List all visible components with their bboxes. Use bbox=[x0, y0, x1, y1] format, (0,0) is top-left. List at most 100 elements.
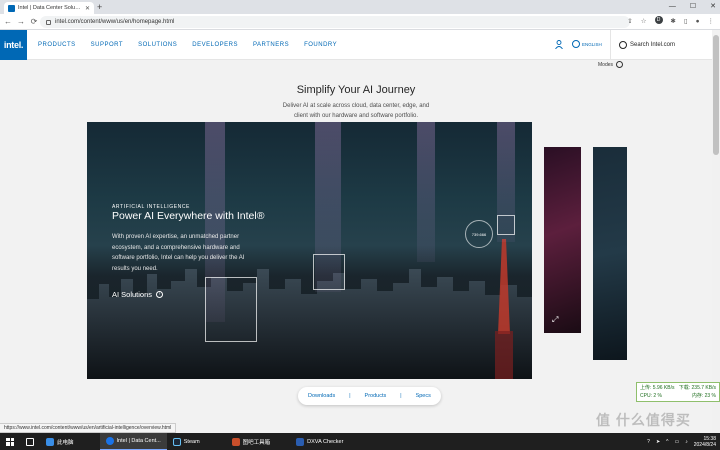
ai-solutions-link[interactable]: AI Solutions › bbox=[112, 290, 164, 299]
taskbar-item-dxva[interactable]: DXVA Checker bbox=[290, 433, 349, 450]
puzzle-icon[interactable]: ✱ bbox=[671, 16, 676, 28]
nav-developers[interactable]: DEVELOPERS bbox=[192, 42, 238, 48]
taskbar-item-browser[interactable]: Intel | Data Cent... bbox=[99, 433, 167, 450]
sun-icon bbox=[616, 61, 624, 68]
profile-icon[interactable]: ● bbox=[696, 16, 700, 28]
network-icon[interactable]: ▭ bbox=[675, 439, 680, 445]
scrollbar-thumb[interactable] bbox=[713, 35, 719, 155]
address-url: intel.com/content/www/us/en/homepage.htm… bbox=[55, 19, 175, 25]
card-description: With proven AI expertise, an unmatched p… bbox=[112, 234, 245, 272]
nav-foundry[interactable]: FOUNDRY bbox=[304, 42, 337, 48]
telegram-icon[interactable]: ➤ bbox=[656, 439, 660, 445]
windows-taskbar: 此电脑 Intel | Data Cent... Steam 图吧工具箱 DXV… bbox=[0, 433, 720, 450]
search-icon bbox=[619, 41, 627, 49]
taskbar-item-toolbox[interactable]: 图吧工具箱 bbox=[226, 433, 277, 450]
taskbar-item-this-pc[interactable]: 此电脑 bbox=[40, 433, 80, 450]
windows-start-icon[interactable] bbox=[6, 437, 14, 446]
volume-icon[interactable]: ♪ bbox=[685, 439, 688, 445]
upload-value: 5.96 KB/s bbox=[652, 385, 675, 391]
tab-close-icon[interactable]: ✕ bbox=[85, 5, 90, 12]
minimize-button[interactable]: — bbox=[669, 1, 676, 13]
nav-products[interactable]: PRODUCTS bbox=[38, 42, 76, 48]
site-search[interactable]: Search Intel.com bbox=[610, 30, 712, 60]
card-title: Power AI Everywhere with Intel® bbox=[112, 210, 265, 222]
language-label: ENGLISH bbox=[582, 41, 602, 47]
download-value: 235.7 KB/s bbox=[691, 385, 716, 391]
intel-logo[interactable]: intel. bbox=[0, 30, 27, 60]
browser-tabbar: Intel | Data Center Solutions, I... ✕ + … bbox=[0, 0, 720, 14]
menu-icon[interactable]: ⋮ bbox=[708, 16, 715, 28]
forward-button[interactable]: → bbox=[16, 17, 26, 26]
page-scrollbar[interactable] bbox=[712, 30, 720, 433]
sidebar-icon[interactable]: ▯ bbox=[684, 16, 688, 28]
separator: | bbox=[349, 393, 351, 399]
nav-support[interactable]: SUPPORT bbox=[91, 42, 123, 48]
ai-feature-card[interactable]: 739.666 ARTIFICIAL INTELLIGENCE Power AI… bbox=[87, 122, 532, 379]
cta-label: AI Solutions bbox=[112, 290, 153, 299]
site-header: intel. PRODUCTS SUPPORT SOLUTIONS DEVELO… bbox=[0, 30, 712, 60]
memory-label: 内存: bbox=[691, 393, 704, 399]
data-bar-overlay bbox=[417, 122, 435, 262]
address-bar[interactable]: intel.com/content/www/us/en/homepage.htm… bbox=[40, 16, 630, 28]
intel-favicon-icon bbox=[8, 4, 15, 12]
expand-icon[interactable]: ⤢ bbox=[552, 315, 558, 325]
status-bar-url: https://www.intel.com/content/www/us/en/… bbox=[0, 423, 177, 433]
system-tray: ? ➤ ^ ▭ ♪ 15:38 2024/8/24 bbox=[647, 433, 716, 450]
quick-links-bar: Downloads | Products | Specs bbox=[298, 387, 441, 405]
share-icon[interactable]: ⇪ bbox=[627, 16, 632, 28]
extension-icon[interactable]: D bbox=[654, 16, 663, 24]
taskbar-item-steam[interactable]: Steam bbox=[167, 433, 206, 450]
cpu-value: 2 % bbox=[653, 393, 662, 399]
side-card-1[interactable]: ⤢ bbox=[544, 147, 581, 333]
reload-button[interactable]: ⟳ bbox=[29, 17, 39, 26]
search-placeholder: Search Intel.com bbox=[630, 42, 676, 48]
taskbar-label: DXVA Checker bbox=[307, 438, 344, 445]
web-page: intel. PRODUCTS SUPPORT SOLUTIONS DEVELO… bbox=[0, 30, 712, 433]
chrome-icon bbox=[105, 437, 114, 445]
maximize-button[interactable]: ☐ bbox=[690, 1, 696, 13]
watermark: 值 什么值得买 bbox=[596, 412, 691, 428]
data-highlight-box bbox=[205, 277, 257, 342]
nav-solutions[interactable]: SOLUTIONS bbox=[138, 42, 177, 48]
taskbar-label: Steam bbox=[183, 438, 200, 445]
separator: | bbox=[400, 393, 402, 399]
back-button[interactable]: ← bbox=[3, 17, 13, 26]
new-tab-button[interactable]: + bbox=[97, 1, 102, 13]
language-selector[interactable]: ENGLISH bbox=[572, 40, 602, 48]
data-highlight-box bbox=[313, 254, 345, 290]
memory-value: 23 % bbox=[704, 393, 716, 399]
download-label: 下载: bbox=[678, 385, 691, 391]
main-nav: PRODUCTS SUPPORT SOLUTIONS DEVELOPERS PA… bbox=[38, 30, 337, 60]
bookmark-star-icon[interactable]: ☆ bbox=[641, 16, 647, 28]
user-icon[interactable] bbox=[555, 40, 563, 49]
browser-toolbar: ← → ⟳ intel.com/content/www/us/en/homepa… bbox=[0, 14, 720, 30]
browser-tab[interactable]: Intel | Data Center Solutions, I... ✕ bbox=[4, 2, 94, 14]
specs-link[interactable]: Specs bbox=[416, 393, 431, 399]
task-view-icon[interactable] bbox=[26, 437, 34, 446]
clock-date: 2024/8/24 bbox=[693, 441, 716, 448]
toolbox-icon bbox=[231, 437, 240, 446]
hero-subtitle: Deliver AI at scale across cloud, data c… bbox=[282, 103, 430, 119]
tray-overflow-icon[interactable]: ^ bbox=[666, 439, 668, 445]
lock-icon bbox=[46, 19, 51, 25]
cpu-label: CPU: bbox=[640, 393, 652, 399]
window-controls: — ☐ ✕ bbox=[669, 1, 716, 13]
nav-partners[interactable]: PARTNERS bbox=[253, 42, 289, 48]
toolbar-icons: ⇪ ☆ D ✱ ▯ ● ⋮ bbox=[627, 16, 714, 28]
steam-icon bbox=[172, 437, 181, 446]
modes-label: Modes bbox=[598, 61, 614, 68]
upload-label: 上传: bbox=[640, 385, 652, 391]
globe-icon bbox=[572, 40, 580, 48]
arrow-right-circle-icon: › bbox=[156, 291, 164, 298]
close-window-button[interactable]: ✕ bbox=[710, 1, 716, 13]
gauge-indicator: 739.666 bbox=[465, 220, 493, 248]
dxva-icon bbox=[296, 437, 305, 446]
taskbar-label: Intel | Data Cent... bbox=[116, 438, 161, 444]
side-card-2[interactable] bbox=[593, 147, 627, 360]
help-icon[interactable]: ? bbox=[647, 439, 650, 445]
clock[interactable]: 15:38 2024/8/24 bbox=[694, 436, 716, 448]
modes-toggle[interactable]: Modes bbox=[598, 61, 624, 68]
downloads-link[interactable]: Downloads bbox=[308, 393, 335, 399]
products-link[interactable]: Products bbox=[365, 393, 387, 399]
network-monitor: 上传: 5.96 KB/s 下载: 235.7 KB/s CPU: 2 % 内存… bbox=[636, 382, 720, 402]
